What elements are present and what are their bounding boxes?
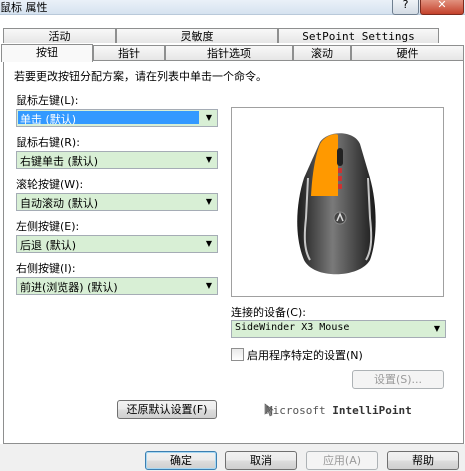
cancel-button[interactable]: 取消 — [225, 451, 297, 470]
right-side-button-label: 右侧按键(I): — [16, 262, 76, 275]
tab-setpoint-settings[interactable]: SetPoint Settings — [278, 28, 439, 43]
mouse-preview — [231, 107, 444, 297]
program-settings-checkbox[interactable] — [231, 348, 244, 361]
device-value: SideWinder X3 Mouse — [235, 322, 350, 333]
left-side-button-select[interactable]: 后退 (默认) ▼ — [16, 235, 218, 253]
chevron-down-icon[interactable]: ▼ — [201, 194, 217, 210]
right-button-select[interactable]: 右键单击 (默认) ▼ — [16, 151, 218, 169]
chevron-down-icon[interactable]: ▼ — [201, 110, 217, 126]
wheel-button-label: 滚轮按键(W): — [16, 178, 84, 191]
left-button-value: 单击 (默认) — [18, 111, 199, 126]
window-title: 鼠标 属性 — [0, 1, 48, 14]
brand-name: IntelliPoint — [332, 404, 412, 417]
left-side-button-label: 左侧按键(E): — [16, 220, 80, 233]
tab-hardware[interactable]: 硬件 — [351, 45, 464, 60]
tab-scroll[interactable]: 滚动 — [293, 45, 351, 60]
tab-pointer[interactable]: 指针 — [93, 45, 165, 60]
brand-prefix: Microsoft — [266, 404, 333, 417]
left-side-button-value: 后退 (默认) — [20, 239, 77, 252]
device-label: 连接的设备(C): — [231, 306, 306, 319]
wheel-button-value: 自动滚动 (默认) — [20, 197, 99, 210]
right-button-label: 鼠标右键(R): — [16, 136, 80, 149]
chevron-down-icon[interactable]: ▼ — [201, 236, 217, 252]
instructions-text: 若要更改按钮分配方案，请在列表中单击一个命令。 — [14, 70, 267, 83]
title-bar: 鼠标 属性 ? ✕ — [0, 0, 465, 15]
highlighted-left-button — [311, 134, 338, 196]
help-window-button[interactable]: ? — [392, 0, 419, 15]
settings-button[interactable]: 设置(S)... — [352, 370, 444, 389]
right-side-button-select[interactable]: 前进(浏览器) (默认) ▼ — [16, 277, 218, 295]
tab-activity[interactable]: 活动 — [3, 28, 116, 43]
right-side-button-value: 前进(浏览器) (默认) — [20, 281, 118, 294]
mouse-icon — [297, 133, 376, 275]
program-settings-label[interactable]: 启用程序特定的设置(N) — [247, 347, 363, 363]
left-button-select[interactable]: 单击 (默认) ▼ — [16, 109, 218, 127]
help-button[interactable]: 帮助 — [387, 451, 459, 470]
right-button-value: 右键单击 (默认) — [20, 155, 99, 168]
brand-label: Microsoft IntelliPoint — [266, 404, 412, 417]
ok-button[interactable]: 确定 — [145, 451, 217, 470]
chevron-down-icon[interactable]: ▼ — [429, 321, 445, 337]
wheel-button-select[interactable]: 自动滚动 (默认) ▼ — [16, 193, 218, 211]
chevron-down-icon[interactable]: ▼ — [201, 278, 217, 294]
restore-defaults-button[interactable]: 还原默认设置(F) — [117, 400, 217, 419]
close-window-button[interactable]: ✕ — [420, 0, 464, 15]
device-select[interactable]: SideWinder X3 Mouse ▼ — [231, 320, 446, 338]
tab-pointer-options[interactable]: 指针选项 — [165, 45, 293, 60]
apply-button[interactable]: 应用(A) — [306, 451, 378, 470]
tab-sensitivity[interactable]: 灵敏度 — [116, 28, 278, 43]
left-button-label: 鼠标左键(L): — [16, 94, 79, 107]
tab-buttons[interactable]: 按钮 — [1, 44, 93, 62]
chevron-down-icon[interactable]: ▼ — [201, 152, 217, 168]
